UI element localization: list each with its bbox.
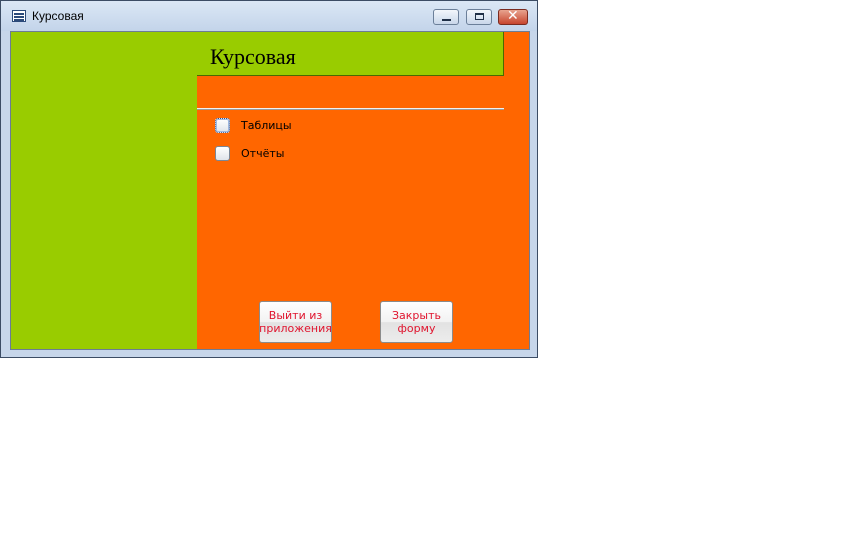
form-header-title: Курсовая xyxy=(210,44,296,69)
maximize-icon xyxy=(475,13,484,20)
form-header: Курсовая xyxy=(197,32,504,76)
close-icon: ✕ xyxy=(507,8,519,24)
item-button-reports[interactable] xyxy=(215,146,230,161)
left-green-panel xyxy=(11,32,197,349)
item-button-tables[interactable] xyxy=(215,118,230,133)
maximize-button[interactable] xyxy=(466,9,492,25)
minimize-button[interactable] xyxy=(433,9,459,25)
header-divider xyxy=(197,108,504,110)
item-label-tables[interactable]: Таблицы xyxy=(241,119,292,132)
app-window: Курсовая ✕ Курсовая Таблицы Отчёты Выйти… xyxy=(0,0,538,358)
form-icon[interactable] xyxy=(12,10,26,22)
window-title: Курсовая xyxy=(32,9,84,23)
form-body: Курсовая Таблицы Отчёты Выйти из приложе… xyxy=(10,31,530,350)
minimize-icon xyxy=(442,19,451,21)
close-form-button[interactable]: Закрыть форму xyxy=(380,301,453,343)
item-label-reports[interactable]: Отчёты xyxy=(241,147,284,160)
exit-application-button[interactable]: Выйти из приложения xyxy=(259,301,332,343)
close-window-button[interactable]: ✕ xyxy=(498,8,528,25)
title-bar[interactable]: Курсовая ✕ xyxy=(1,1,537,31)
